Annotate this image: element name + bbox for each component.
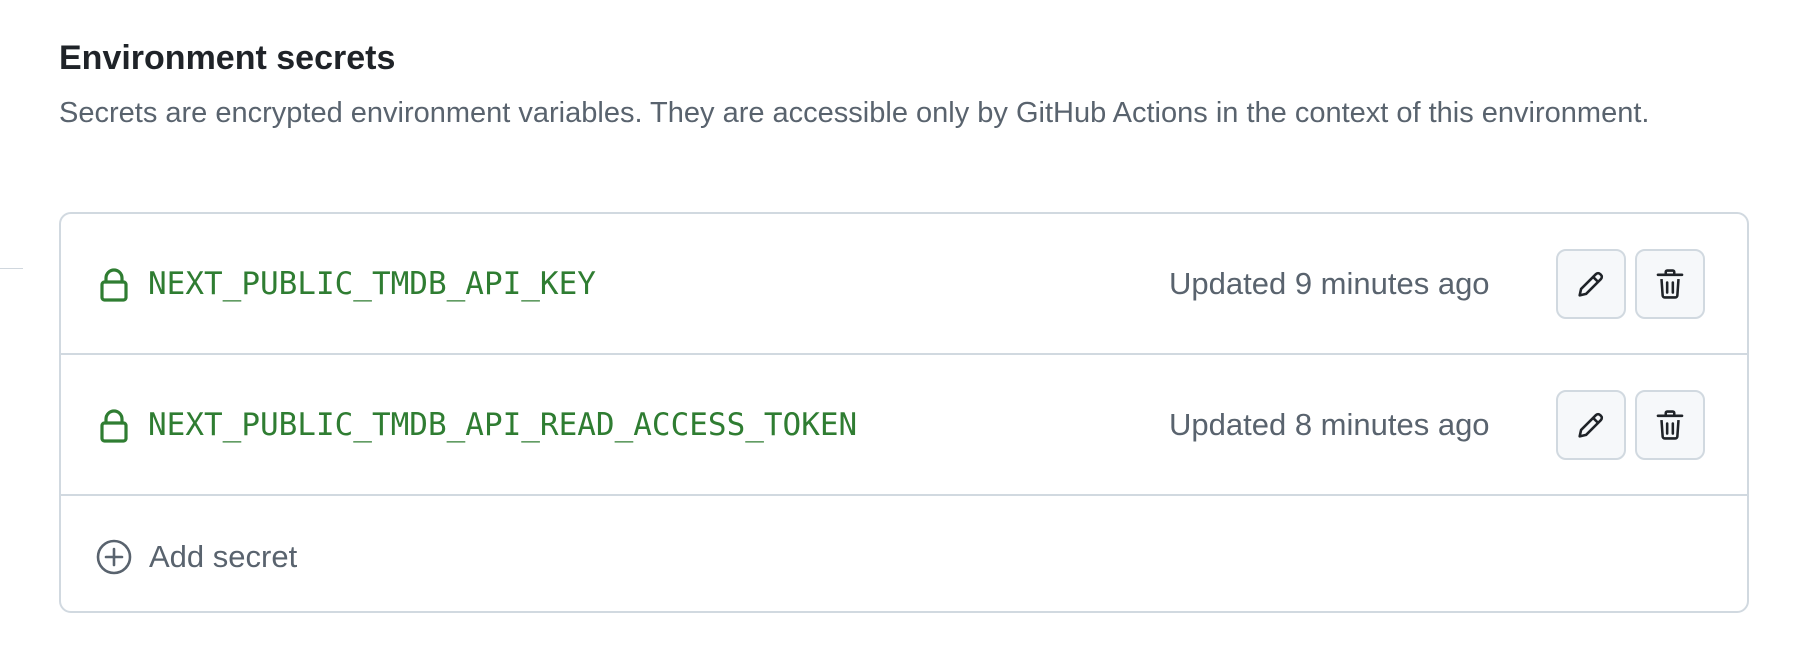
- add-secret-row: Add secret: [61, 496, 1747, 611]
- secret-row: NEXT_PUBLIC_TMDB_API_READ_ACCESS_TOKEN U…: [61, 355, 1747, 496]
- secret-row: NEXT_PUBLIC_TMDB_API_KEY Updated 9 minut…: [61, 214, 1747, 355]
- add-secret-button[interactable]: Add secret: [96, 537, 297, 577]
- trash-icon: [1656, 410, 1684, 440]
- edit-secret-button[interactable]: [1556, 249, 1626, 319]
- secret-name: NEXT_PUBLIC_TMDB_API_KEY: [148, 266, 596, 302]
- secret-name: NEXT_PUBLIC_TMDB_API_READ_ACCESS_TOKEN: [148, 407, 858, 443]
- delete-secret-button[interactable]: [1635, 249, 1705, 319]
- trash-icon: [1656, 269, 1684, 299]
- environment-secrets-header: Environment secrets Secrets are encrypte…: [59, 36, 1759, 136]
- divider: [0, 268, 23, 269]
- section-title: Environment secrets: [59, 39, 396, 77]
- secrets-list: NEXT_PUBLIC_TMDB_API_KEY Updated 9 minut…: [59, 212, 1749, 613]
- section-description: Secrets are encrypted environment variab…: [59, 97, 1650, 129]
- edit-secret-button[interactable]: [1556, 390, 1626, 460]
- secret-updated-time: Updated 8 minutes ago: [1169, 407, 1490, 442]
- add-secret-label: Add secret: [149, 539, 298, 574]
- pencil-icon: [1578, 271, 1604, 297]
- plus-circle-icon: [96, 539, 132, 575]
- lock-icon: [100, 409, 128, 443]
- secret-updated-time: Updated 9 minutes ago: [1169, 266, 1490, 301]
- delete-secret-button[interactable]: [1635, 390, 1705, 460]
- pencil-icon: [1578, 412, 1604, 438]
- lock-icon: [100, 268, 128, 302]
